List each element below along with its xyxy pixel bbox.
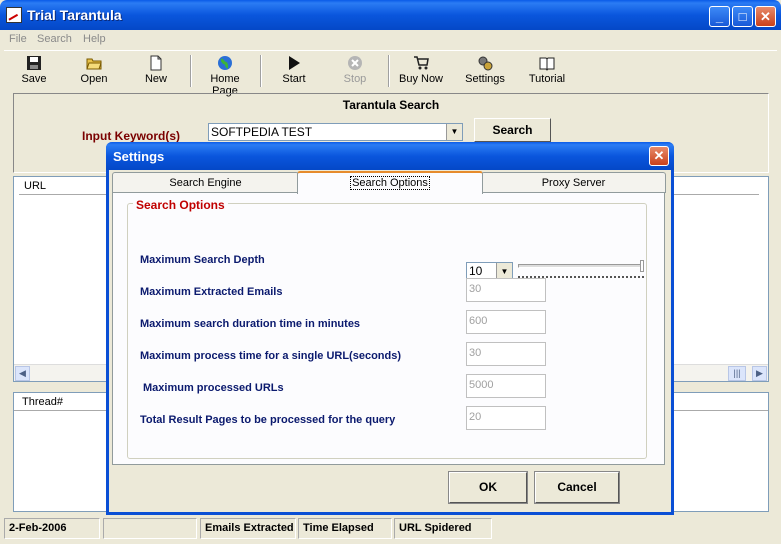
save-button[interactable]: Save: [14, 53, 54, 89]
scroll-thumb[interactable]: |||: [728, 366, 746, 381]
toolbar: Save Open New Home Page Start Stop Buy N…: [4, 50, 777, 97]
toolbar-separator: [260, 55, 262, 87]
tab-search-engine[interactable]: Search Engine: [112, 172, 299, 193]
total-result-pages-label: Total Result Pages to be processed for t…: [140, 414, 396, 426]
cancel-button[interactable]: Cancel: [534, 471, 620, 504]
book-icon: [539, 57, 555, 71]
max-duration-label: Maximum search duration time in minutes: [140, 318, 361, 330]
status-date: 2-Feb-2006: [4, 518, 100, 539]
keyword-combobox[interactable]: SOFTPEDIA TEST ▼: [208, 123, 463, 141]
status-time-elapsed: Time Elapsed: [298, 518, 392, 539]
keyword-value: SOFTPEDIA TEST: [211, 125, 313, 139]
total-result-pages-field[interactable]: 20: [466, 406, 546, 430]
new-label: New: [144, 73, 167, 85]
max-search-depth-label: Maximum Search Depth: [140, 254, 265, 266]
chevron-down-icon[interactable]: ▼: [446, 124, 462, 140]
stop-icon: [348, 56, 362, 70]
max-search-depth-value: 10: [469, 264, 483, 278]
status-emails-extracted: Emails Extracted: [200, 518, 296, 539]
status-empty: [103, 518, 197, 539]
scroll-right-icon[interactable]: ▶: [752, 366, 767, 381]
max-processed-urls-label: Maximum processed URLs: [143, 382, 284, 394]
max-url-process-time-field[interactable]: 30: [466, 342, 546, 366]
stop-button[interactable]: Stop: [337, 53, 373, 89]
max-duration-field[interactable]: 600: [466, 310, 546, 334]
save-label: Save: [21, 73, 47, 85]
status-url-spidered: URL Spidered: [394, 518, 492, 539]
tab-panel: Search Options Maximum Search Depth 10 ▼…: [112, 192, 665, 465]
tab-search-options[interactable]: Search Options: [297, 171, 483, 194]
menu-help[interactable]: Help: [83, 33, 106, 45]
folder-open-icon: [86, 58, 102, 70]
minimize-button[interactable]: _: [709, 6, 730, 27]
tab-proxy-server[interactable]: Proxy Server: [481, 172, 666, 193]
scroll-left-icon[interactable]: ◀: [15, 366, 30, 381]
home-page-button[interactable]: Home Page: [196, 53, 254, 97]
status-bar: 2-Feb-2006 Emails Extracted Time Elapsed…: [4, 516, 777, 540]
settings-dialog: Settings ✕ Search Engine Search Options …: [106, 142, 674, 515]
max-extracted-emails-label: Maximum Extracted Emails: [140, 286, 283, 298]
menu-file[interactable]: File: [9, 33, 27, 45]
maximize-button[interactable]: □: [732, 6, 753, 27]
globe-icon: [218, 56, 232, 70]
play-icon: [289, 56, 300, 70]
slider-track: [518, 264, 642, 268]
title-bar: Trial Tarantula _ □ ✕: [0, 0, 781, 30]
search-panel-heading: Tarantula Search: [342, 98, 440, 112]
menu-bar: File Search Help: [4, 30, 777, 48]
dialog-title: Settings: [113, 149, 165, 164]
app-icon: [6, 7, 22, 23]
buy-now-label: Buy Now: [398, 73, 444, 85]
open-button[interactable]: Open: [74, 53, 114, 89]
menu-search[interactable]: Search: [37, 33, 72, 45]
shopping-cart-icon: [414, 56, 429, 70]
buy-now-button[interactable]: Buy Now: [398, 53, 444, 89]
new-button[interactable]: New: [136, 53, 176, 89]
tutorial-button[interactable]: Tutorial: [524, 53, 570, 89]
dialog-title-bar: Settings ✕: [106, 142, 674, 170]
stop-label: Stop: [343, 73, 367, 85]
max-url-process-time-label: Maximum process time for a single URL(se…: [140, 350, 402, 362]
settings-button[interactable]: Settings: [462, 53, 508, 89]
toolbar-separator: [190, 55, 192, 87]
search-options-group: Search Options Maximum Search Depth 10 ▼…: [127, 198, 647, 459]
open-label: Open: [80, 73, 108, 85]
ok-button[interactable]: OK: [448, 471, 528, 504]
start-button[interactable]: Start: [276, 53, 312, 89]
new-document-icon: [150, 55, 162, 71]
toolbar-separator: [388, 55, 390, 87]
tab-search-options-label: Search Options: [350, 176, 430, 190]
search-button[interactable]: Search: [474, 118, 551, 142]
settings-label: Settings: [465, 73, 505, 85]
max-extracted-emails-field[interactable]: 30: [466, 278, 546, 302]
slider-thumb[interactable]: [640, 260, 644, 272]
group-title: Search Options: [133, 198, 228, 212]
gears-icon: [478, 56, 493, 71]
floppy-disk-icon: [27, 56, 41, 70]
tutorial-label: Tutorial: [528, 73, 566, 85]
max-processed-urls-field[interactable]: 5000: [466, 374, 546, 398]
start-label: Start: [282, 73, 306, 85]
close-button[interactable]: ✕: [755, 6, 776, 27]
keyword-label: Input Keyword(s): [82, 129, 180, 143]
dialog-close-button[interactable]: ✕: [649, 146, 669, 166]
window-title: Trial Tarantula: [27, 7, 122, 23]
